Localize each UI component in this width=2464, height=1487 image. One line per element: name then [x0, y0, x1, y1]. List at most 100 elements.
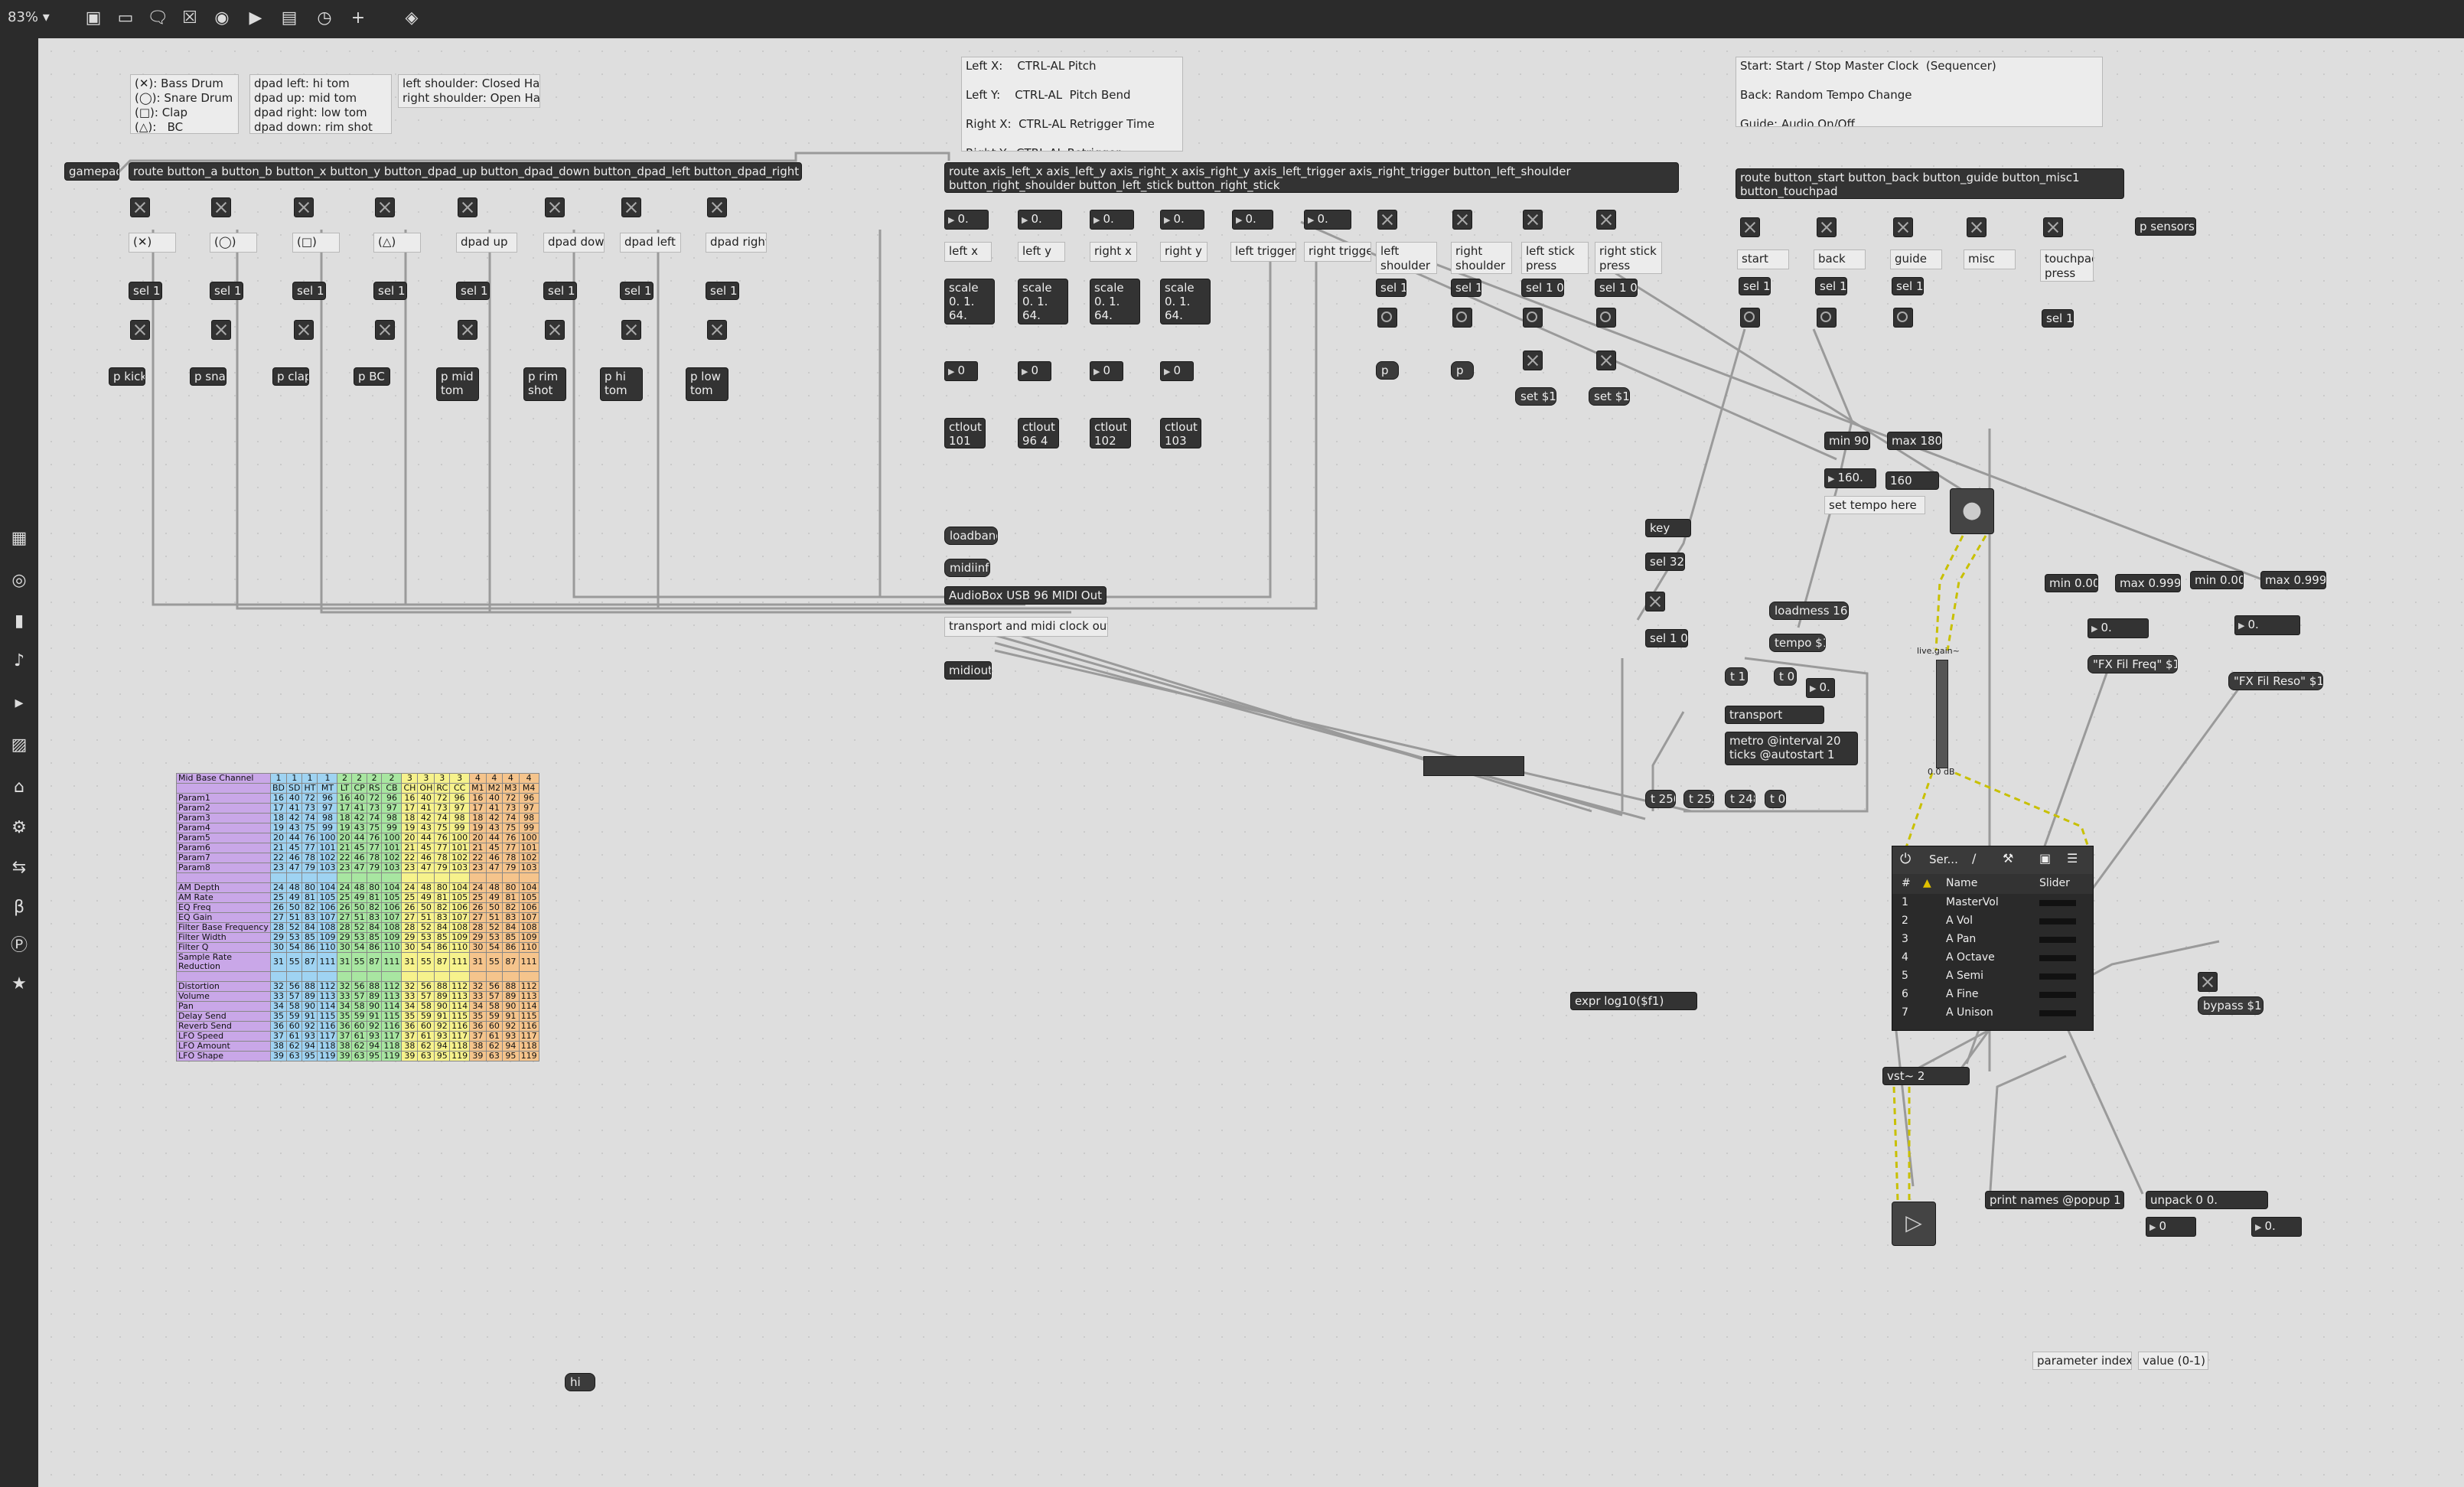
button-toggle[interactable]	[707, 197, 727, 217]
button-toggle[interactable]	[375, 197, 395, 217]
min-90-object[interactable]: min 90	[1824, 432, 1870, 450]
presentation-icon[interactable]: ▣	[83, 8, 104, 29]
stick-toggle[interactable]	[1596, 351, 1616, 370]
shoulder-toggle[interactable]	[1596, 210, 1616, 230]
drum-subpatch-5[interactable]: p rim shot	[523, 367, 566, 401]
gamepad-object[interactable]: gamepad	[64, 162, 119, 181]
parameter-row[interactable]: 7 A Unison	[1892, 1004, 2093, 1022]
drum-subpatch-1[interactable]: p snare	[190, 367, 227, 386]
route-start-object[interactable]: route button_start button_back button_gu…	[1736, 168, 2124, 199]
loadbang-object[interactable]: loadbang	[944, 527, 998, 545]
metro-object[interactable]: metro @interval 20 ticks @autostart 1	[1725, 732, 1858, 765]
live-gain-slider[interactable]	[1936, 660, 1948, 768]
drum-subpatch-7[interactable]: p low tom	[686, 367, 728, 401]
star-icon[interactable]: ★	[8, 973, 30, 995]
t1-message[interactable]: t 1	[1725, 667, 1748, 686]
p-sensors-object[interactable]: p sensors	[2135, 217, 2196, 236]
parameter-row[interactable]: 2 A Vol	[1892, 912, 2093, 931]
menu-icon[interactable]: ☰	[2067, 851, 2078, 866]
t252-message[interactable]: t 252	[1683, 790, 1714, 808]
button-toggle[interactable]	[211, 197, 231, 217]
drum-subpatch-4[interactable]: p mid tom	[436, 367, 479, 401]
shoulder-bang[interactable]	[1596, 308, 1616, 328]
target-icon[interactable]: ◎	[8, 570, 30, 592]
message-icon[interactable]: ▭	[115, 8, 136, 29]
ctlout-object[interactable]: ctlout 103 4	[1160, 418, 1201, 448]
p-object[interactable]: p	[1451, 361, 1474, 380]
fx-fil-freq-message[interactable]: "FX Fil Freq" $1	[2088, 655, 2178, 673]
tempo-toggle[interactable]	[1645, 592, 1665, 611]
sel-1-object[interactable]: sel 1	[1376, 279, 1406, 297]
sel-1-object[interactable]: sel 1	[373, 282, 407, 300]
reso-number-box[interactable]: 0.	[2234, 615, 2300, 635]
bang-icon[interactable]: ◉	[211, 8, 233, 29]
button-toggle[interactable]	[294, 197, 314, 217]
sequence-icon[interactable]: ▸	[8, 693, 30, 714]
ctlout-object[interactable]: ctlout 101 4	[944, 418, 986, 448]
start-bang[interactable]	[1740, 308, 1760, 328]
parameter-row[interactable]: 5 A Semi	[1892, 967, 2093, 986]
start-toggle[interactable]	[1893, 217, 1913, 237]
zoom-menu[interactable]: 83% ▾	[8, 9, 50, 25]
min-freq-object[interactable]: min 0.00	[2045, 574, 2098, 592]
sel-1-object[interactable]: sel 1	[1815, 277, 1847, 295]
number-icon[interactable]: ▶	[245, 8, 266, 29]
sel-1-object[interactable]: sel 1	[706, 282, 739, 300]
shoulder-bang[interactable]	[1523, 308, 1543, 328]
scale-object[interactable]: scale 0. 1. 64. 127	[1160, 279, 1211, 324]
scale-object[interactable]: scale 0. 1. 64. 127	[1090, 279, 1140, 324]
axis-number-box[interactable]: 0.	[1160, 210, 1204, 230]
param-slider[interactable]	[2039, 992, 2076, 998]
set-message[interactable]: set $1	[1589, 387, 1630, 406]
trigger-toggle[interactable]	[621, 320, 641, 340]
expr-object[interactable]: expr log10($f1)	[1570, 992, 1697, 1010]
dial-icon[interactable]: ◷	[314, 8, 335, 29]
beta-icon[interactable]: β	[8, 897, 30, 918]
microphone-icon[interactable]: ●	[1950, 488, 1994, 534]
midiinfo-object[interactable]: midiinfo	[944, 559, 990, 577]
sel-1-object[interactable]: sel 1	[1451, 279, 1481, 297]
axis-int-box[interactable]: 0	[1160, 361, 1194, 381]
sort-icon[interactable]: ▲	[1923, 877, 1931, 889]
axis-number-box[interactable]: 0.	[944, 210, 989, 230]
param-slider[interactable]	[2039, 937, 2076, 943]
parameter-window[interactable]: ⏻ Ser... / ⚒ ▣ ☰ # ▲ Name Slider 1 Master…	[1892, 846, 2094, 1031]
shoulder-bang[interactable]	[1377, 308, 1397, 328]
bypass-message[interactable]: bypass $1	[2198, 996, 2264, 1015]
sel-1-object[interactable]: sel 1	[292, 282, 326, 300]
video-icon[interactable]: ▮	[8, 611, 30, 632]
sel-1-object[interactable]: sel 1	[129, 282, 162, 300]
badge-icon[interactable]: Ⓟ	[8, 935, 30, 957]
drum-subpatch-2[interactable]: p clap	[272, 367, 309, 386]
sel-1-object[interactable]: sel 1	[1892, 277, 1924, 295]
key-object[interactable]: key	[1645, 519, 1691, 537]
paint-bucket-icon[interactable]: ◈	[401, 8, 422, 29]
param-index-number[interactable]: 0	[2146, 1217, 2196, 1237]
drum-subpatch-6[interactable]: p hi tom	[600, 367, 643, 401]
tempo-message[interactable]: tempo $1	[1769, 634, 1826, 652]
param-slider[interactable]	[2039, 1010, 2076, 1016]
parameter-row[interactable]: 1 MasterVol	[1892, 894, 2093, 912]
sel-1-object[interactable]: sel 1	[1739, 277, 1771, 295]
sel-1-0-object[interactable]: sel 1 0	[1645, 629, 1688, 647]
scale-object[interactable]: scale 0. 1. 64. 127	[1018, 279, 1068, 324]
t250-message[interactable]: t 250	[1645, 790, 1676, 808]
sel-1-object[interactable]: sel 1	[620, 282, 653, 300]
ctlout-object[interactable]: ctlout 96 4	[1018, 418, 1059, 448]
plug-icon[interactable]: ⚙	[8, 817, 30, 839]
fx-fil-reso-message[interactable]: "FX Fil Reso" $1	[2228, 672, 2323, 690]
speaker-icon[interactable]: ▷	[1892, 1202, 1936, 1246]
start-toggle[interactable]	[1740, 217, 1760, 237]
button-toggle[interactable]	[545, 197, 565, 217]
ctlout-object[interactable]: ctlout 102 4	[1090, 418, 1131, 448]
slider-icon[interactable]: ▤	[279, 8, 300, 29]
parameter-row[interactable]: 3 A Pan	[1892, 931, 2093, 949]
param-slider[interactable]	[2039, 973, 2076, 980]
vst-object[interactable]: vst~ 2	[1882, 1067, 1970, 1085]
start-toggle[interactable]	[2043, 217, 2063, 237]
parameter-row[interactable]: 4 A Octave	[1892, 949, 2093, 967]
trigger-toggle[interactable]	[375, 320, 395, 340]
stick-toggle[interactable]	[1523, 351, 1543, 370]
button-toggle[interactable]	[621, 197, 641, 217]
start-bang[interactable]	[1893, 308, 1913, 328]
